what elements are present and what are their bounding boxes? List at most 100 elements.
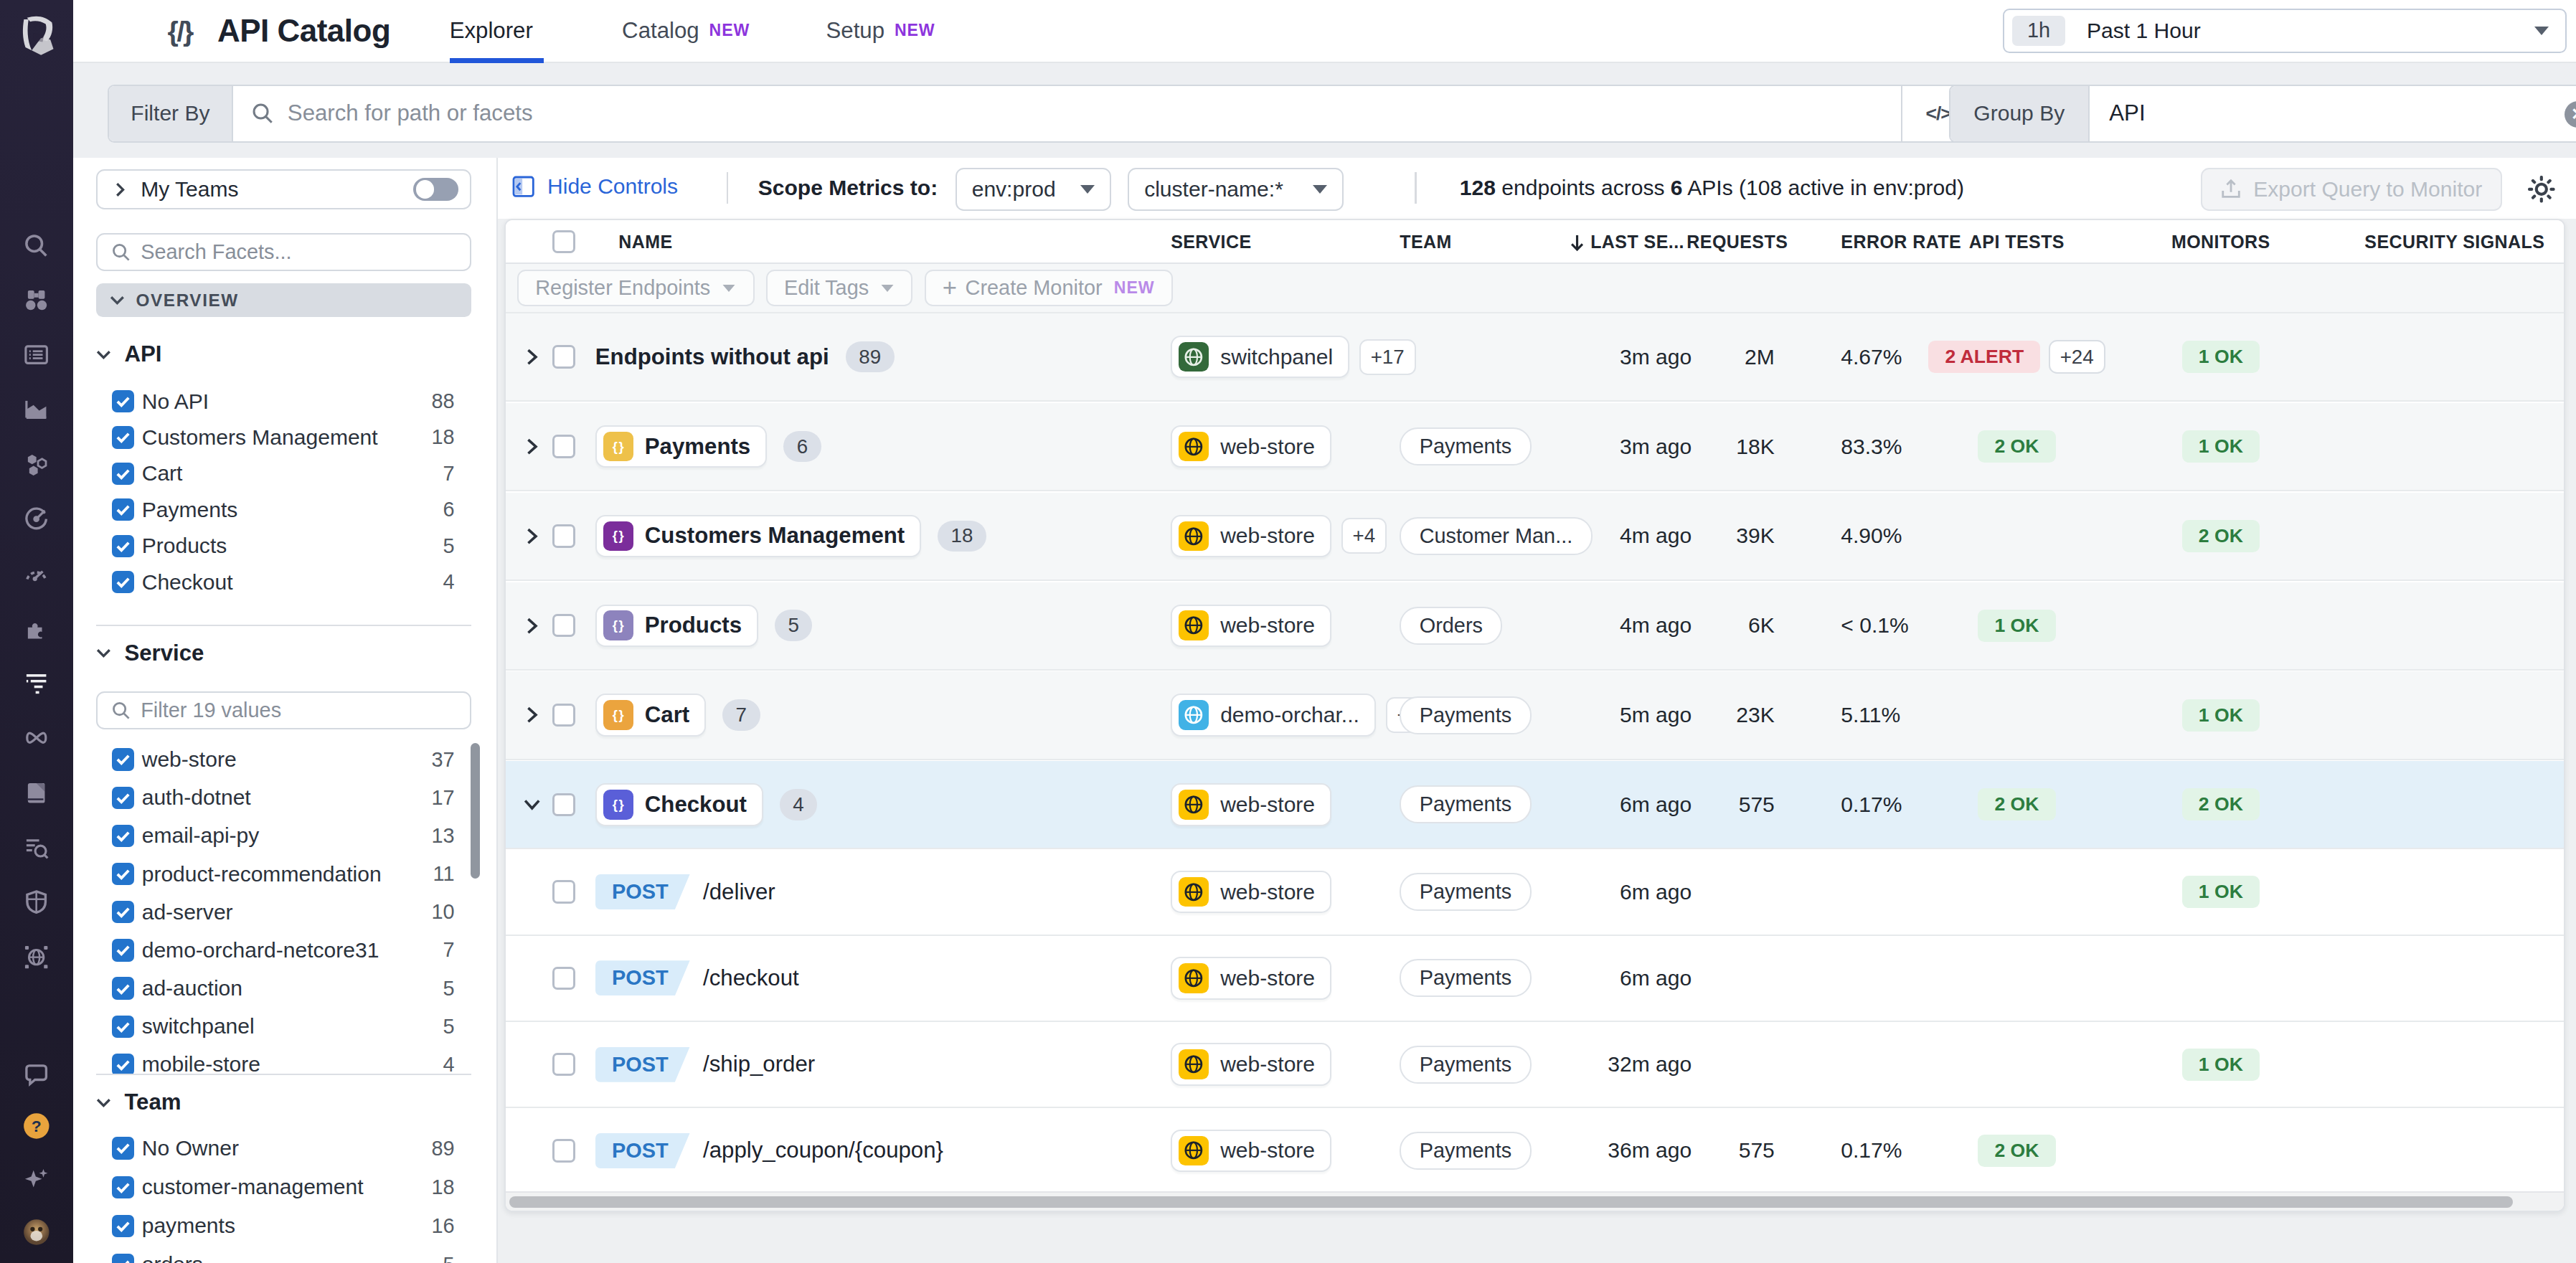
checkbox[interactable] — [112, 426, 134, 448]
tab-catalog[interactable]: CatalogNEW — [622, 0, 750, 62]
row-checkbox[interactable] — [552, 704, 575, 727]
checkbox[interactable] — [112, 787, 134, 809]
api-chip[interactable]: { }Products — [595, 605, 758, 647]
col-requests[interactable]: REQUESTS — [1686, 232, 1788, 252]
expand-chevron[interactable] — [509, 582, 556, 669]
api-chip[interactable]: { }Customers Management — [595, 515, 921, 557]
ok-badge[interactable]: 1 OK — [2182, 341, 2260, 373]
team-pill[interactable]: Payments — [1400, 1046, 1531, 1084]
chat-icon[interactable] — [22, 1060, 52, 1090]
team-pill[interactable]: Payments — [1400, 873, 1531, 911]
checkbox[interactable] — [112, 901, 134, 923]
service-chip[interactable]: web-store — [1171, 605, 1331, 647]
table-row-cart[interactable]: { }Cart7 demo-orchar...+3Payments5m ago2… — [506, 671, 2564, 760]
facet-item-no-owner[interactable]: No Owner 89 — [73, 1130, 498, 1167]
search-input[interactable] — [274, 86, 1901, 141]
log-search-icon[interactable] — [22, 833, 52, 863]
api-chip[interactable]: { }Checkout — [595, 783, 763, 826]
expand-chevron[interactable] — [509, 493, 556, 580]
facet-item-demo-orchard-netcore31[interactable]: demo-orchard-netcore31 7 — [73, 932, 498, 968]
checkbox[interactable] — [112, 863, 134, 885]
team-pill[interactable]: Orders — [1400, 607, 1502, 645]
table-row-customers-management[interactable]: { }Customers Management18 web-store+4Cus… — [506, 493, 2564, 581]
facet-item-payments[interactable]: payments 16 — [73, 1208, 498, 1244]
select-all-checkbox[interactable] — [552, 230, 575, 253]
facet-item-mobile-store[interactable]: mobile-store 4 — [73, 1046, 498, 1074]
ok-badge[interactable]: 2 OK — [1978, 788, 2055, 820]
checkbox[interactable] — [112, 748, 134, 770]
checkbox[interactable] — [112, 1254, 134, 1263]
service-chip[interactable]: web-store — [1171, 957, 1331, 999]
row-checkbox[interactable] — [552, 524, 575, 547]
scrollbar-thumb[interactable] — [509, 1196, 2513, 1208]
facet-item-auth-dotnet[interactable]: auth-dotnet 17 — [73, 780, 498, 816]
facet-item-products[interactable]: Products 5 — [73, 528, 498, 564]
table-row-checkout[interactable]: { }Checkout4 web-storePayments6m ago5750… — [506, 761, 2564, 849]
service-chip[interactable]: web-store — [1171, 1043, 1331, 1085]
col-service[interactable]: SERVICE — [1171, 232, 1251, 252]
facet-scrollbar[interactable] — [471, 743, 481, 879]
api-chip[interactable]: { }Payments — [595, 425, 767, 468]
avatar[interactable] — [22, 1217, 52, 1247]
checkbox[interactable] — [112, 463, 134, 485]
horizontal-scrollbar[interactable] — [506, 1191, 2564, 1211]
more-services-chip[interactable]: +4 — [1341, 518, 1387, 554]
api-catalog-icon[interactable] — [22, 668, 52, 699]
table-row-endpoints-without-api[interactable]: Endpoints without api89 switchpanel+173m… — [506, 313, 2564, 402]
table-row-endpoint--deliver[interactable]: POST/deliver web-storePayments6m ago1 OK — [506, 849, 2564, 935]
col-security-signals[interactable]: SECURITY SIGNALS — [2364, 232, 2546, 252]
datadog-logo-icon[interactable] — [11, 10, 61, 60]
facet-group-service[interactable]: Service — [96, 640, 204, 666]
service-chip[interactable]: web-store — [1171, 425, 1331, 468]
shield-icon[interactable] — [22, 887, 52, 917]
chart-icon[interactable] — [22, 394, 52, 425]
service-chip[interactable]: web-store — [1171, 783, 1331, 826]
help-icon[interactable]: ? — [22, 1111, 52, 1141]
ok-badge[interactable]: 1 OK — [2182, 699, 2260, 732]
alert-badge[interactable]: 2 ALERT — [1928, 341, 2040, 373]
export-query-button[interactable]: Export Query to Monitor — [2201, 168, 2502, 211]
expand-chevron[interactable] — [509, 671, 556, 758]
facet-item-customer-management[interactable]: customer-management 18 — [73, 1169, 498, 1206]
api-chip[interactable]: { }Cart — [595, 694, 706, 736]
row-checkbox[interactable] — [552, 880, 575, 903]
binoculars-icon[interactable] — [22, 285, 52, 316]
checkbox[interactable] — [112, 1215, 134, 1237]
facet-search-input[interactable]: Search Facets... — [96, 233, 471, 271]
table-row-payments[interactable]: { }Payments6 web-storePayments3m ago18K8… — [506, 403, 2564, 491]
facet-item-orders[interactable]: orders 5 — [73, 1247, 498, 1263]
book-icon[interactable] — [22, 777, 52, 808]
expand-chevron[interactable] — [509, 313, 556, 400]
row-checkbox[interactable] — [552, 1139, 575, 1162]
table-row-endpoint--checkout[interactable]: POST/checkout web-storePayments6m ago — [506, 936, 2564, 1022]
service-chip[interactable]: web-store — [1171, 1130, 1331, 1172]
team-pill[interactable]: Payments — [1400, 959, 1531, 997]
facet-item-cart[interactable]: Cart 7 — [73, 455, 498, 492]
search-icon[interactable] — [22, 230, 52, 260]
checkbox[interactable] — [112, 498, 134, 521]
col-name[interactable]: NAME — [618, 232, 672, 252]
checkbox[interactable] — [112, 571, 134, 593]
group-by-control[interactable]: Group By API ✕ — [1949, 85, 2576, 143]
facet-item-product-recommendation[interactable]: product-recommendation 11 — [73, 856, 498, 892]
facet-item-checkout[interactable]: Checkout 4 — [73, 564, 498, 600]
my-teams-toggle-box[interactable]: My Teams — [96, 169, 471, 210]
facet-item-email-api-py[interactable]: email-api-py 13 — [73, 818, 498, 854]
expand-chevron[interactable] — [509, 403, 556, 490]
gauge-icon[interactable] — [22, 559, 52, 589]
ok-badge[interactable]: 2 OK — [2182, 520, 2260, 552]
ok-badge[interactable]: 1 OK — [2182, 1049, 2260, 1081]
more-alerts-chip[interactable]: +24 — [2049, 340, 2105, 374]
checkbox[interactable] — [112, 939, 134, 961]
facet-item-payments[interactable]: Payments 6 — [73, 491, 498, 528]
col-last-seen[interactable]: LAST SE... — [1569, 232, 1684, 252]
table-row-endpoint--ship-order[interactable]: POST/ship_order web-storePayments32m ago… — [506, 1022, 2564, 1108]
table-row-endpoint--apply-coupon-coupon-[interactable]: POST/apply_coupon/{coupon} web-storePaym… — [506, 1108, 2564, 1194]
checkbox[interactable] — [112, 1137, 134, 1159]
facet-item-ad-server[interactable]: ad-server 10 — [73, 894, 498, 930]
service-chip[interactable]: web-store — [1171, 515, 1331, 557]
facet-item-switchpanel[interactable]: switchpanel 5 — [73, 1008, 498, 1045]
row-checkbox[interactable] — [552, 967, 575, 990]
row-checkbox[interactable] — [552, 614, 575, 637]
register-endpoints-button[interactable]: Register Endpoints — [517, 270, 755, 306]
